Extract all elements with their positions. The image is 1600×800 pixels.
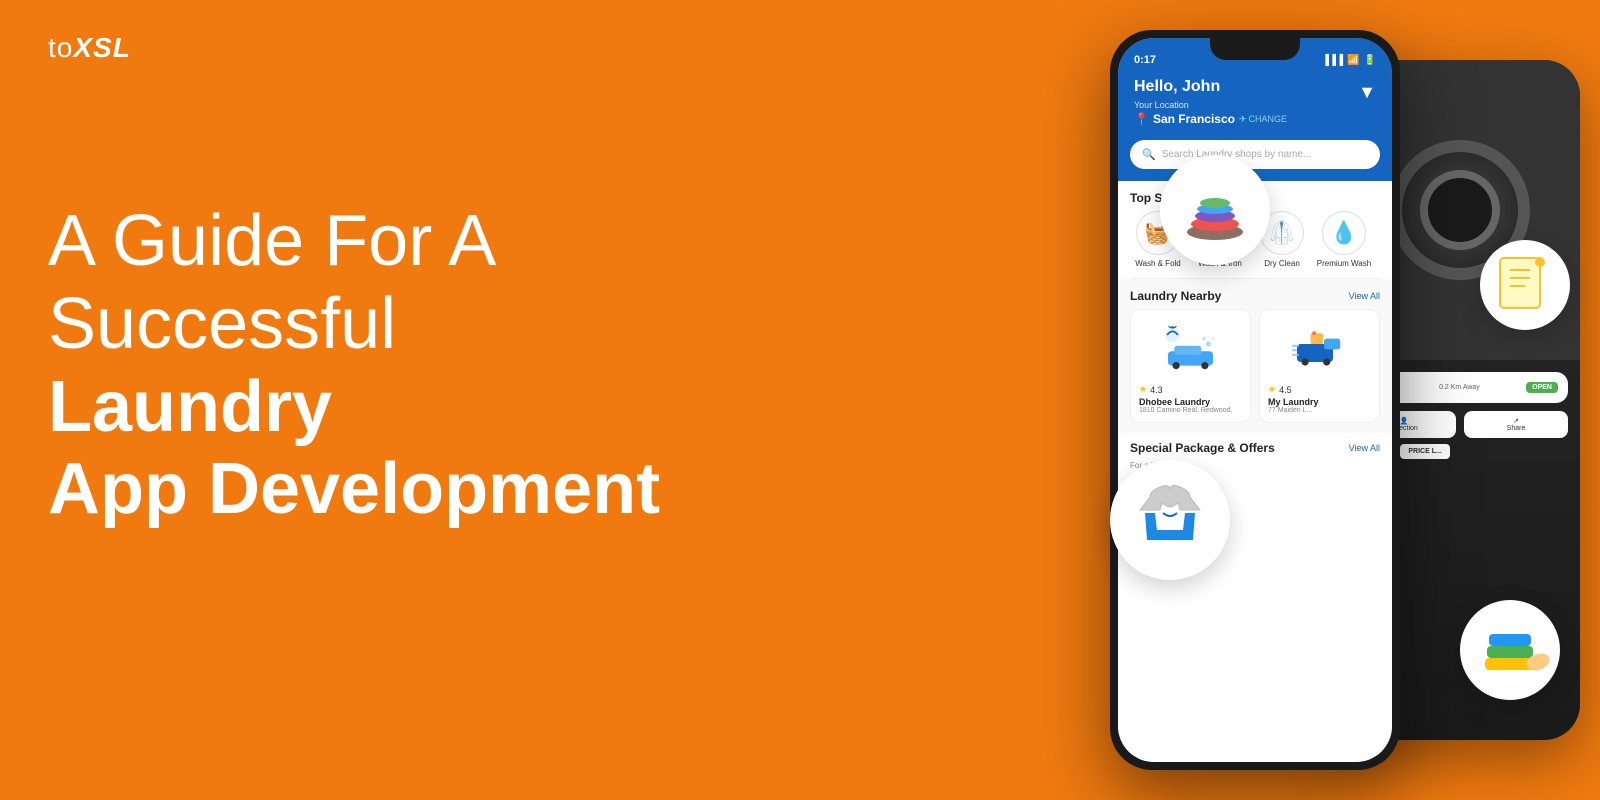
logo-to: to bbox=[48, 32, 73, 63]
laundry-cards: ★ 4.3 Dhobee Laundry 1810 Camino Real, R… bbox=[1118, 309, 1392, 423]
headline-line2-normal: Successful bbox=[48, 284, 396, 364]
star-icon-1: ★ bbox=[1139, 384, 1147, 395]
price-tag-icon bbox=[1490, 250, 1560, 320]
laundry-nearby-section: Laundry Nearby View All bbox=[1118, 279, 1392, 433]
service-premium-wash[interactable]: 💧 Premium Wash bbox=[1316, 211, 1372, 268]
laundry-name-2: My Laundry bbox=[1268, 397, 1371, 407]
share-label: Share bbox=[1470, 425, 1562, 432]
phone-screen: 0:17 ▐▐▐ 📶 🔋 Hello, John Your Location 📍… bbox=[1118, 38, 1392, 762]
signal-icon: ▐▐▐ bbox=[1322, 55, 1343, 66]
share-icon: ↗ bbox=[1470, 417, 1562, 425]
laundry-card-1-icon bbox=[1139, 318, 1242, 378]
open-badge: OPEN bbox=[1526, 382, 1558, 393]
header-left: Hello, John Your Location 📍 San Francisc… bbox=[1134, 78, 1287, 126]
headline-line2-bold: Laundry bbox=[48, 367, 332, 447]
change-location-btn[interactable]: ✈ CHANGE bbox=[1239, 114, 1287, 125]
wifi-icon: 📶 bbox=[1347, 55, 1359, 66]
wash-fold-label: Wash & Fold bbox=[1135, 259, 1181, 268]
status-time: 0:17 bbox=[1134, 54, 1156, 66]
app-header: Hello, John Your Location 📍 San Francisc… bbox=[1118, 70, 1392, 140]
laundry-rating-1: ★ 4.3 bbox=[1139, 384, 1242, 395]
laundry-rating-2: ★ 4.5 bbox=[1268, 384, 1371, 395]
brand-logo: toXSL bbox=[48, 32, 131, 64]
laundry-addr-1: 1810 Camino Real, Redwood, bbox=[1139, 407, 1242, 414]
premium-wash-label: Premium Wash bbox=[1317, 259, 1371, 268]
filter-icon[interactable]: ▼ bbox=[1358, 82, 1376, 103]
location-name: San Francisco bbox=[1153, 112, 1235, 126]
laundry-car-svg bbox=[1163, 326, 1218, 371]
laundry-card-2-icon bbox=[1268, 318, 1371, 378]
special-pkg-title: Special Package & Offers bbox=[1130, 441, 1275, 455]
bg-card-distance: 0.2 Km Away bbox=[1439, 384, 1480, 391]
float-circle-laundry-pile bbox=[1160, 155, 1270, 265]
dry-clean-label: Dry Clean bbox=[1264, 259, 1300, 268]
nearby-view-all[interactable]: View All bbox=[1349, 291, 1380, 301]
phones-area: CA 94103 0.2 Km Away OPEN 👤 Direction ↗ … bbox=[800, 0, 1600, 800]
laundry-name-1: Dhobee Laundry bbox=[1139, 397, 1242, 407]
star-icon-2: ★ bbox=[1268, 384, 1276, 395]
laundry-addr-2: 77 Maiden L... bbox=[1268, 407, 1371, 414]
special-pkg-header: Special Package & Offers View All bbox=[1130, 441, 1380, 455]
bg-tab-price[interactable]: PRICE L... bbox=[1400, 444, 1449, 459]
headline-line3: App Development bbox=[48, 449, 660, 529]
special-pkg-view-all[interactable]: View All bbox=[1349, 443, 1380, 453]
pin-icon: 📍 bbox=[1134, 112, 1149, 126]
search-placeholder: Search Laundry shops by name... bbox=[1162, 149, 1312, 160]
nearby-title: Laundry Nearby bbox=[1130, 289, 1221, 303]
headline: A Guide For A Successful Laundry App Dev… bbox=[48, 200, 688, 531]
float-circle-shirt bbox=[1110, 460, 1230, 580]
share-btn[interactable]: ↗ Share bbox=[1464, 411, 1568, 438]
laundry-card-1[interactable]: ★ 4.3 Dhobee Laundry 1810 Camino Real, R… bbox=[1130, 309, 1251, 423]
search-icon: 🔍 bbox=[1142, 148, 1156, 161]
folded-clothes-icon bbox=[1470, 610, 1550, 690]
fast-delivery-svg bbox=[1292, 326, 1347, 371]
greeting-text: Hello, John bbox=[1134, 78, 1287, 96]
location-label: Your Location bbox=[1134, 100, 1287, 110]
logo-xsl: XSL bbox=[73, 32, 130, 63]
rating-num-1: 4.3 bbox=[1150, 385, 1163, 395]
float-circle-tag bbox=[1480, 240, 1570, 330]
float-circle-socks bbox=[1460, 600, 1560, 700]
phone-main: 0:17 ▐▐▐ 📶 🔋 Hello, John Your Location 📍… bbox=[1110, 30, 1400, 770]
nearby-header: Laundry Nearby View All bbox=[1118, 279, 1392, 309]
nav-icon: ✈ bbox=[1239, 114, 1247, 125]
search-input[interactable]: 🔍 Search Laundry shops by name... bbox=[1130, 140, 1380, 169]
laundry-card-2[interactable]: ★ 4.5 My Laundry 77 Maiden L... bbox=[1259, 309, 1380, 423]
status-icons: ▐▐▐ 📶 🔋 bbox=[1322, 55, 1376, 66]
change-label: CHANGE bbox=[1249, 114, 1288, 124]
washer-inner bbox=[1420, 170, 1500, 250]
phone-notch bbox=[1210, 38, 1300, 60]
location-row: 📍 San Francisco ✈ CHANGE bbox=[1134, 112, 1287, 126]
headline-line1: A Guide For A bbox=[48, 201, 496, 281]
premium-wash-icon: 💧 bbox=[1322, 211, 1366, 255]
rating-num-2: 4.5 bbox=[1279, 385, 1292, 395]
shirt-hanger-icon bbox=[1125, 475, 1215, 565]
battery-icon: 🔋 bbox=[1364, 55, 1376, 66]
laundry-pile-icon bbox=[1175, 170, 1255, 250]
